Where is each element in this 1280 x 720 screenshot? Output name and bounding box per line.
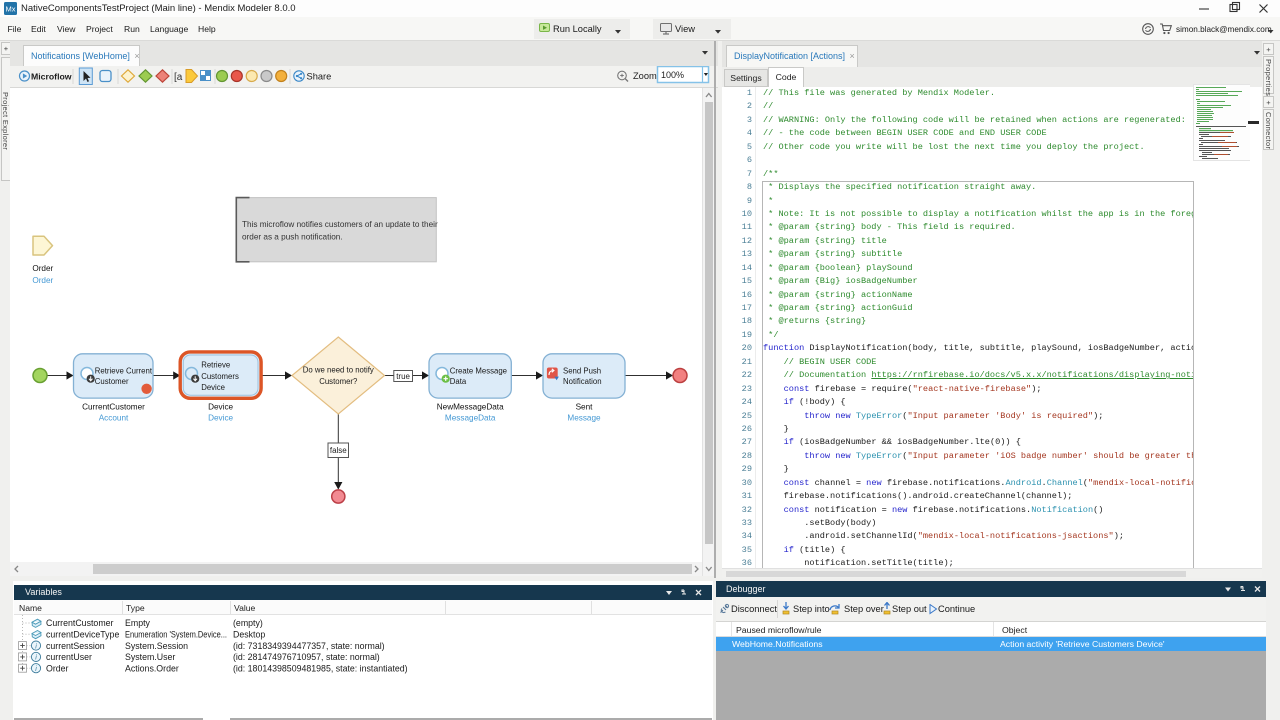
- svg-text:(id: 7318349394477357, state:: (id: 7318349394477357, state: normal): [233, 641, 385, 651]
- svg-text:Data: Data: [450, 377, 467, 386]
- svg-text:true: true: [396, 372, 410, 381]
- svg-text:Notification: Notification: [563, 377, 602, 386]
- svg-text:Actions.Order: Actions.Order: [125, 663, 179, 673]
- svg-text:Do we need to notify: Do we need to notify: [303, 365, 374, 374]
- svg-text:Enumeration 'System.Device...: Enumeration 'System.Device...: [125, 630, 227, 640]
- svg-text:Desktop: Desktop: [233, 630, 265, 640]
- svg-text:Share: Share: [307, 72, 332, 82]
- svg-text:Customer?: Customer?: [319, 377, 358, 386]
- svg-text:System.Session: System.Session: [125, 641, 188, 651]
- svg-text:MessageData: MessageData: [445, 413, 496, 422]
- svg-text:100%: 100%: [661, 70, 684, 80]
- svg-text:Create Message: Create Message: [450, 367, 507, 376]
- svg-text:Order: Order: [32, 264, 53, 273]
- svg-text:Device: Device: [208, 413, 233, 422]
- svg-text:Device: Device: [201, 383, 225, 392]
- svg-text:Sent: Sent: [576, 403, 594, 412]
- svg-text:NewMessageData: NewMessageData: [437, 403, 504, 412]
- svg-text:This microflow notifies custom: This microflow notifies customers of an …: [242, 220, 438, 229]
- svg-text:order as a push notification.: order as a push notification.: [242, 233, 343, 242]
- svg-text:(id: 281474976710957, state: n: (id: 281474976710957, state: normal): [233, 652, 380, 662]
- svg-text:System.User: System.User: [125, 652, 175, 662]
- svg-text:Device: Device: [208, 403, 233, 412]
- svg-text:Mx: Mx: [6, 5, 16, 14]
- svg-text:currentSession: currentSession: [46, 641, 105, 651]
- svg-text:Customers: Customers: [201, 372, 239, 381]
- svg-text:[a: [a: [174, 72, 183, 83]
- svg-text:CurrentCustomer: CurrentCustomer: [82, 403, 145, 412]
- svg-text:Retrieve Current: Retrieve Current: [95, 367, 153, 376]
- svg-text:Microflow: Microflow: [31, 72, 72, 82]
- svg-text:currentDeviceType: currentDeviceType: [46, 630, 119, 640]
- svg-text:false: false: [330, 446, 347, 455]
- svg-text:Retrieve: Retrieve: [201, 361, 230, 370]
- svg-text:(empty): (empty): [233, 618, 263, 628]
- svg-text:Account: Account: [99, 413, 129, 422]
- svg-text:Message: Message: [567, 413, 601, 422]
- svg-text:Zoom: Zoom: [633, 71, 657, 81]
- svg-text:Order: Order: [46, 663, 69, 673]
- svg-text:Order: Order: [32, 276, 53, 285]
- svg-text:currentUser: currentUser: [46, 652, 92, 662]
- svg-text:Send Push: Send Push: [563, 367, 601, 376]
- svg-text:Empty: Empty: [125, 618, 151, 628]
- svg-text:CurrentCustomer: CurrentCustomer: [46, 618, 114, 628]
- svg-text:(id: 18014398509481985, state:: (id: 18014398509481985, state: instantia…: [233, 663, 408, 673]
- svg-text:Customer: Customer: [95, 377, 129, 386]
